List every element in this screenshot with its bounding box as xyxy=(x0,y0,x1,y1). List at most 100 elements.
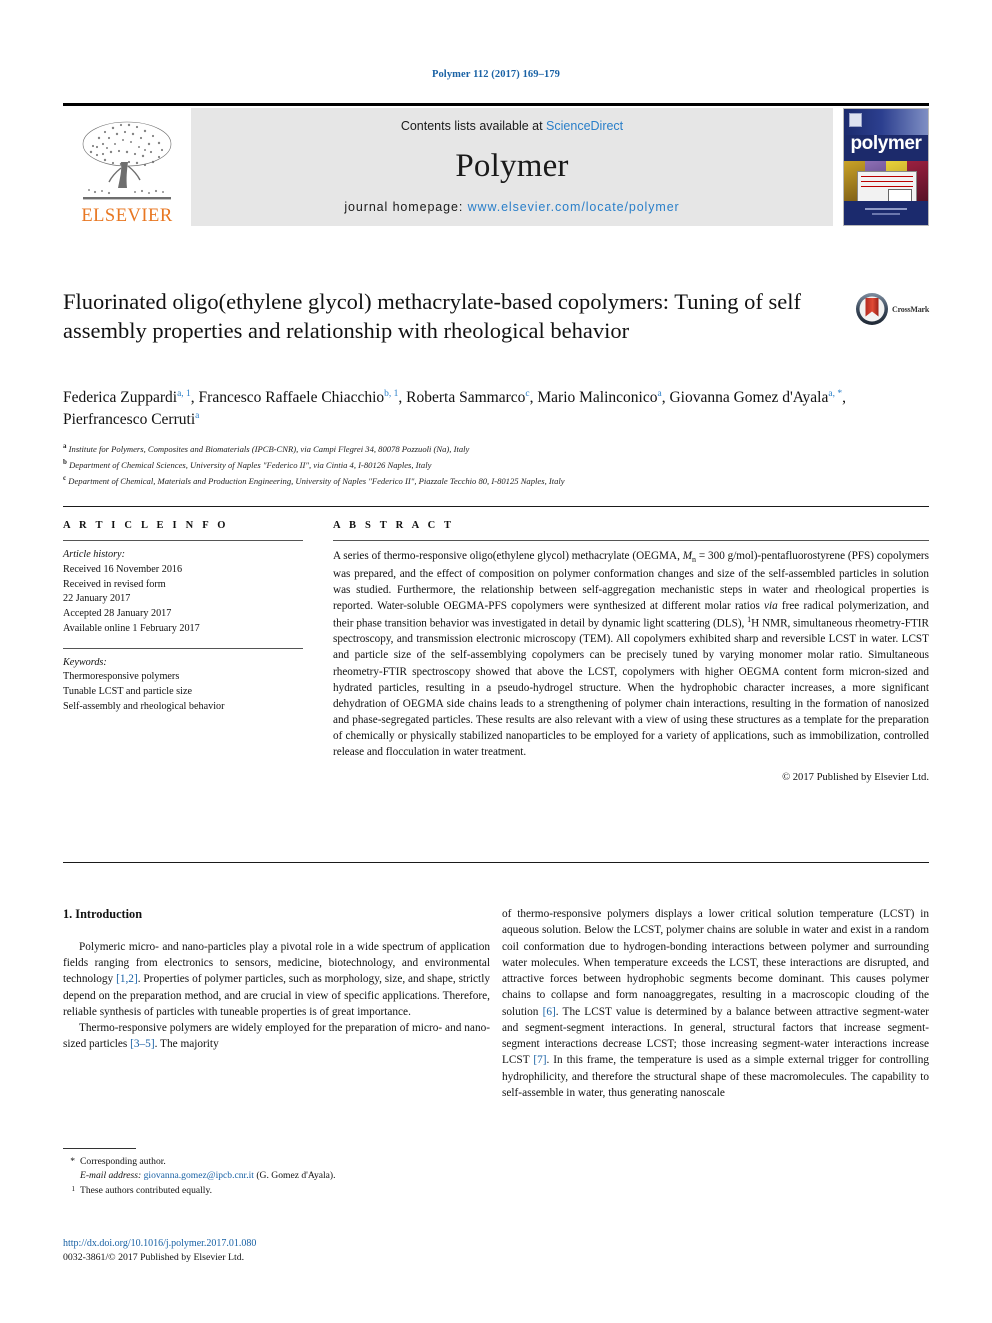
elsevier-tree-icon xyxy=(82,121,172,199)
affiliation-mark: a xyxy=(63,442,67,450)
journal-header: ELSEVIER Contents lists available at Sci… xyxy=(63,103,929,226)
footnote-corresponding-author: * Corresponding author. xyxy=(63,1155,483,1169)
elsevier-wordmark: ELSEVIER xyxy=(81,205,173,226)
issn-copyright-line: 0032-3861/© 2017 Published by Elsevier L… xyxy=(63,1252,245,1263)
cover-emblem-icon xyxy=(849,113,862,127)
history-item: 22 January 2017 xyxy=(63,593,131,605)
citation-ref[interactable]: [6] xyxy=(543,1006,556,1018)
footnotes-section: * Corresponding author. E-mail address: … xyxy=(63,1155,483,1198)
history-item: Received 16 November 2016 xyxy=(63,563,183,575)
info-band-bottom-rule xyxy=(63,862,929,863)
intro-p3-part-c: . In this frame, the temperature is used… xyxy=(502,1054,929,1099)
abstract-part-1: A series of thermo-responsive oligo(ethy… xyxy=(333,550,683,562)
footnote-email-line: E-mail address: giovanna.gomez@ipcb.cnr.… xyxy=(63,1169,483,1183)
keywords-label: Keywords: xyxy=(63,656,107,668)
doi-link[interactable]: http://dx.doi.org/10.1016/j.polymer.2017… xyxy=(63,1236,493,1251)
affiliation-item: a Institute for Polymers, Composites and… xyxy=(63,441,923,457)
journal-homepage-link[interactable]: www.elsevier.com/locate/polymer xyxy=(468,200,680,214)
author-affiliation-marks: a xyxy=(195,411,200,422)
email-link[interactable]: giovanna.gomez@ipcb.cnr.it xyxy=(144,1170,254,1181)
intro-p2-part-b: . The majority xyxy=(154,1038,219,1051)
keyword-item: Self-assembly and rheological behavior xyxy=(63,701,225,713)
article-history-label: Article history: xyxy=(63,549,125,560)
history-item: Accepted 28 January 2017 xyxy=(63,608,172,620)
affiliation-list: a Institute for Polymers, Composites and… xyxy=(63,441,923,488)
info-band-top-rule xyxy=(63,506,929,507)
title-block: Fluorinated oligo(ethylene glycol) metha… xyxy=(63,288,853,346)
author-name: Roberta Sammarco xyxy=(406,389,526,406)
footnote-equal-contribution: 1 These authors contributed equally. xyxy=(63,1184,483,1198)
citation-ref[interactable]: [7] xyxy=(533,1054,546,1066)
author-affiliation-marks: a xyxy=(657,388,662,399)
footnote-text: Corresponding author. xyxy=(80,1156,166,1167)
journal-cover-thumbnail[interactable]: polymer xyxy=(843,108,929,226)
journal-header-center: Contents lists available at ScienceDirec… xyxy=(191,108,833,226)
footnote-text: These authors contributed equally. xyxy=(80,1184,213,1196)
abstract-rule xyxy=(333,540,929,541)
affiliation-text: Institute for Polymers, Composites and B… xyxy=(68,443,470,454)
affiliation-mark: c xyxy=(63,473,67,482)
author-name: Pierfrancesco Cerruti xyxy=(63,411,196,429)
elsevier-logo: ELSEVIER xyxy=(63,108,191,226)
abstract-part-4: H NMR, simultaneous rheometry-FTIR spect… xyxy=(333,617,929,758)
intro-paragraph-2: Thermo-responsive polymers are widely em… xyxy=(63,1020,490,1053)
cover-footer-bar xyxy=(844,201,928,225)
email-owner: (G. Gomez d'Ayala). xyxy=(256,1170,336,1182)
abstract-heading: A B S T R A C T xyxy=(333,520,455,531)
author-list: Federica Zuppardia, 1, Francesco Raffael… xyxy=(63,388,846,429)
section-heading-introduction: 1. Introduction xyxy=(63,907,143,921)
author-affiliation-marks: a, * xyxy=(828,388,843,399)
keyword-item: Tunable LCST and particle size xyxy=(63,686,193,698)
affiliation-item: c Department of Chemical, Materials and … xyxy=(63,473,923,489)
crossmark-label: CrossMark xyxy=(892,304,930,314)
footnote-separator-rule xyxy=(63,1148,136,1149)
via-italic: via xyxy=(764,599,778,612)
cover-journal-word: polymer xyxy=(850,133,922,154)
homepage-prefix: journal homepage: xyxy=(344,200,468,214)
author-name: Francesco Raffaele Chiacchio xyxy=(198,389,385,406)
intro-p2-part-a: Thermo-responsive polymers are widely em… xyxy=(63,1022,490,1051)
affiliation-item: b Department of Chemical Sciences, Unive… xyxy=(63,457,923,473)
crossmark-badge[interactable]: CrossMark xyxy=(855,288,943,330)
contents-prefix: Contents lists available at xyxy=(400,119,547,133)
author-name: Federica Zuppardi xyxy=(63,389,178,406)
author-affiliation-marks: c xyxy=(525,388,530,399)
citation-ref[interactable]: [1,2] xyxy=(116,973,138,985)
intro-p3-part-a: of thermo-responsive polymers displays a… xyxy=(502,908,929,1018)
author-name: Giovanna Gomez d'Ayala xyxy=(669,389,829,406)
article-info-heading: A R T I C L E I N F O xyxy=(63,520,229,531)
footer-doi-block: http://dx.doi.org/10.1016/j.polymer.2017… xyxy=(63,1236,493,1266)
author-affiliation-marks: a, 1 xyxy=(177,388,191,399)
page-title: Fluorinated oligo(ethylene glycol) metha… xyxy=(63,289,801,343)
abstract-text: A series of thermo-responsive oligo(ethy… xyxy=(333,548,929,760)
article-info-rule xyxy=(63,540,303,541)
abstract-copyright: © 2017 Published by Elsevier Ltd. xyxy=(782,771,929,783)
contents-available-line: Contents lists available at ScienceDirec… xyxy=(401,119,623,133)
mn-symbol: M xyxy=(682,550,693,562)
history-item: Available online 1 February 2017 xyxy=(63,622,200,634)
crossmark-icon xyxy=(856,293,888,325)
author-affiliation-marks: b, 1 xyxy=(384,388,399,399)
author-name: Mario Malinconico xyxy=(537,389,658,406)
affiliation-text: Department of Chemical Sciences, Univers… xyxy=(69,459,432,470)
journal-homepage-line: journal homepage: www.elsevier.com/locat… xyxy=(344,200,679,214)
article-info-separator xyxy=(63,647,303,649)
affiliation-text: Department of Chemical, Materials and Pr… xyxy=(68,475,565,486)
history-item: Received in revised form xyxy=(63,578,166,590)
body-column-right: of thermo-responsive polymers displays a… xyxy=(502,906,929,1101)
abstract-section: A B S T R A C T A series of thermo-respo… xyxy=(333,520,929,783)
sciencedirect-link[interactable]: ScienceDirect xyxy=(546,119,623,133)
footnote-mark: * xyxy=(70,1156,75,1167)
email-label: E-mail address: xyxy=(80,1170,142,1182)
header-top-rule xyxy=(63,103,929,106)
article-first-page: Polymer 112 (2017) 169–179 ELSEVIER Cont… xyxy=(0,0,992,1323)
article-info-section: A R T I C L E I N F O Article history: R… xyxy=(63,520,303,715)
article-history-group: Article history: Received 16 November 20… xyxy=(63,548,303,637)
citation-ref[interactable]: [3–5] xyxy=(130,1038,154,1050)
intro-paragraph-3: of thermo-responsive polymers displays a… xyxy=(502,906,929,1101)
keyword-item: Thermoresponsive polymers xyxy=(63,671,180,683)
running-head: Polymer 112 (2017) 169–179 xyxy=(431,69,561,80)
journal-title: Polymer xyxy=(455,148,569,184)
footnote-mark: 1 xyxy=(71,1184,76,1193)
intro-paragraph-1: Polymeric micro- and nano-particles play… xyxy=(63,939,490,1020)
